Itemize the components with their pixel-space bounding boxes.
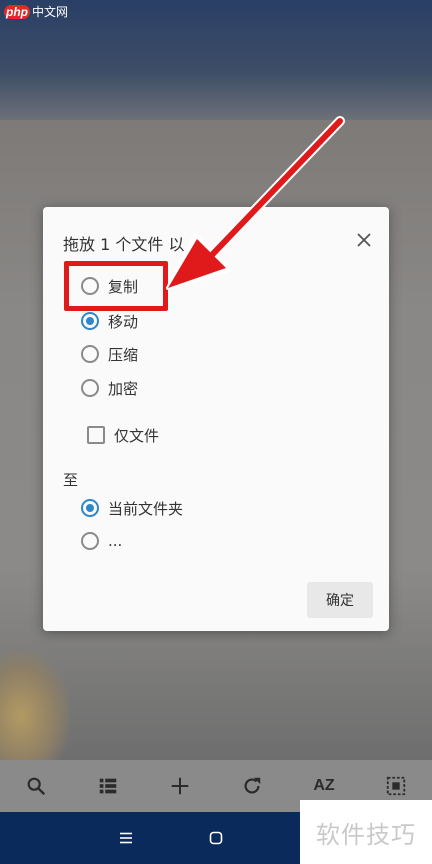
close-icon bbox=[357, 233, 371, 247]
watermark-site: 中文网 bbox=[32, 5, 69, 19]
list-view-icon bbox=[99, 778, 117, 794]
close-button[interactable] bbox=[353, 229, 375, 251]
watermark-php: php bbox=[4, 5, 30, 19]
search-icon bbox=[27, 777, 46, 796]
option-encrypt-label: 加密 bbox=[108, 379, 139, 398]
destination-heading: 至 bbox=[63, 471, 79, 489]
confirm-button[interactable]: 确定 bbox=[307, 582, 373, 618]
select-all-icon bbox=[386, 776, 406, 796]
files-only-checkbox[interactable] bbox=[87, 426, 105, 444]
menu-button[interactable] bbox=[114, 826, 138, 850]
menu-icon bbox=[120, 832, 132, 844]
destination-current-folder-label: 当前文件夹 bbox=[108, 499, 184, 518]
search-button[interactable] bbox=[16, 766, 56, 806]
option-move[interactable]: 移动 bbox=[81, 308, 138, 334]
radio-compress[interactable] bbox=[81, 345, 99, 363]
radio-current-folder[interactable] bbox=[81, 499, 99, 517]
radio-move[interactable] bbox=[81, 312, 99, 330]
refresh-icon bbox=[244, 777, 261, 794]
list-view-button[interactable] bbox=[88, 766, 128, 806]
dialog-title: 拖放 1 个文件 以 bbox=[63, 235, 185, 254]
refresh-button[interactable] bbox=[232, 766, 272, 806]
destination-other[interactable]: ... bbox=[81, 528, 122, 554]
option-compress[interactable]: 压缩 bbox=[81, 341, 138, 367]
add-button[interactable] bbox=[160, 766, 200, 806]
option-compress-label: 压缩 bbox=[108, 345, 139, 364]
watermark-bottom-text: 软件技巧 bbox=[316, 820, 416, 849]
destination-current-folder[interactable]: 当前文件夹 bbox=[81, 495, 183, 521]
watermark-logo: php 中文网 bbox=[4, 4, 68, 20]
option-move-label: 移动 bbox=[108, 312, 139, 331]
annotation-highlight-box bbox=[64, 261, 168, 311]
background-blur-spot bbox=[0, 650, 70, 760]
add-icon bbox=[171, 777, 189, 795]
radio-encrypt[interactable] bbox=[81, 379, 99, 397]
watermark-bottom: 软件技巧 bbox=[300, 800, 432, 864]
sort-az-icon: AZ bbox=[313, 777, 335, 794]
files-only-label: 仅文件 bbox=[114, 426, 160, 445]
option-encrypt[interactable]: 加密 bbox=[81, 375, 138, 401]
home-icon bbox=[209, 831, 223, 845]
home-button[interactable] bbox=[204, 826, 228, 850]
destination-other-label: ... bbox=[108, 532, 123, 550]
radio-other-destination[interactable] bbox=[81, 532, 99, 550]
files-only-option[interactable]: 仅文件 bbox=[87, 422, 159, 448]
